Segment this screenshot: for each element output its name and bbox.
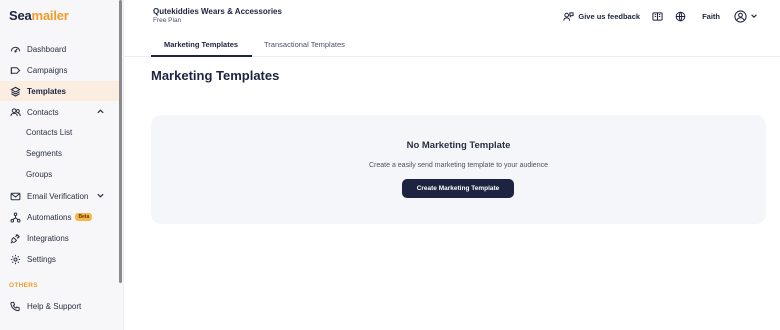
mail-check-icon (9, 190, 21, 202)
chevron-down-icon[interactable] (96, 191, 105, 200)
sidebar-subitem-groups[interactable]: Groups (26, 170, 52, 179)
user-avatar-icon (734, 9, 747, 23)
sidebar-item-campaigns[interactable]: Campaigns (0, 60, 119, 80)
empty-state-description: Create a easily send marketing template … (369, 162, 548, 169)
sidebar-item-templates[interactable]: Templates (0, 81, 119, 101)
page-title: Marketing Templates (151, 68, 280, 83)
top-bar: Qutekiddies Wears & Accessories Free Pla… (124, 0, 780, 32)
create-marketing-template-button[interactable]: Create Marketing Template (402, 179, 514, 198)
feedback-button[interactable]: Give us feedback (563, 11, 640, 22)
feedback-label: Give us feedback (578, 11, 641, 21)
logo-part-sea: Sea (9, 8, 32, 23)
others-section-label: OTHERS (9, 282, 38, 289)
sidebar-item-email-verification[interactable]: Email Verification (0, 186, 119, 206)
sidebar-item-label: Templates (27, 86, 66, 96)
empty-state-card: No Marketing Template Create a easily se… (151, 115, 766, 224)
sidebar-item-label: Dashboard (27, 44, 67, 54)
sidebar-subitem-contacts-list[interactable]: Contacts List (26, 128, 72, 137)
feedback-icon (563, 11, 574, 21)
sidebar-item-label: Email Verification (27, 191, 89, 201)
header-actions: Give us feedback Faith (563, 9, 758, 23)
active-tab-indicator (151, 55, 252, 57)
user-menu[interactable] (734, 9, 758, 23)
logo[interactable]: Seamailer (9, 8, 69, 23)
beta-badge: Beta (75, 213, 93, 221)
plug-icon (9, 232, 21, 244)
dashboard-icon (9, 43, 21, 55)
sidebar-subitem-segments[interactable]: Segments (26, 149, 62, 158)
tab-transactional-templates[interactable]: Transactional Templates (264, 40, 345, 49)
user-name[interactable]: Faith (702, 12, 720, 21)
book-icon[interactable] (652, 11, 663, 22)
sidebar-item-label: Help & Support (27, 301, 82, 311)
chevron-up-icon[interactable] (96, 107, 105, 116)
sidebar-item-settings[interactable]: Settings (0, 249, 119, 269)
globe-icon[interactable] (675, 11, 686, 22)
sidebar-item-label: Campaigns (27, 65, 68, 75)
sidebar-item-contacts[interactable]: Contacts (0, 102, 119, 122)
sidebar-item-label: Contacts (27, 107, 59, 117)
automation-icon (9, 211, 21, 223)
sidebar-scrollbar[interactable] (119, 0, 122, 283)
contacts-icon (9, 106, 21, 118)
logo-part-mailer: mailer (31, 8, 69, 23)
sidebar-item-integrations[interactable]: Integrations (0, 228, 119, 248)
sidebar: Seamailer Dashboard Campaigns Templates … (0, 0, 124, 330)
gear-icon (9, 253, 21, 265)
sidebar-item-label: Settings (27, 254, 56, 264)
chevron-down-icon (751, 14, 757, 18)
tab-marketing-templates[interactable]: Marketing Templates (164, 40, 238, 49)
template-tabs: Marketing Templates Transactional Templa… (124, 32, 780, 57)
campaign-icon (9, 64, 21, 76)
sidebar-item-automations[interactable]: Automations Beta (0, 207, 119, 227)
empty-state-title: No Marketing Template (406, 140, 511, 151)
sidebar-item-help-support[interactable]: Help & Support (0, 296, 119, 316)
sidebar-item-label: Integrations (27, 233, 69, 243)
phone-icon (9, 300, 21, 312)
sidebar-item-dashboard[interactable]: Dashboard (0, 39, 119, 59)
layers-icon (9, 85, 21, 97)
organization-name[interactable]: Qutekiddies Wears & Accessories (153, 7, 282, 16)
sidebar-item-label: Automations (27, 212, 72, 222)
plan-label: Free Plan (153, 17, 182, 24)
